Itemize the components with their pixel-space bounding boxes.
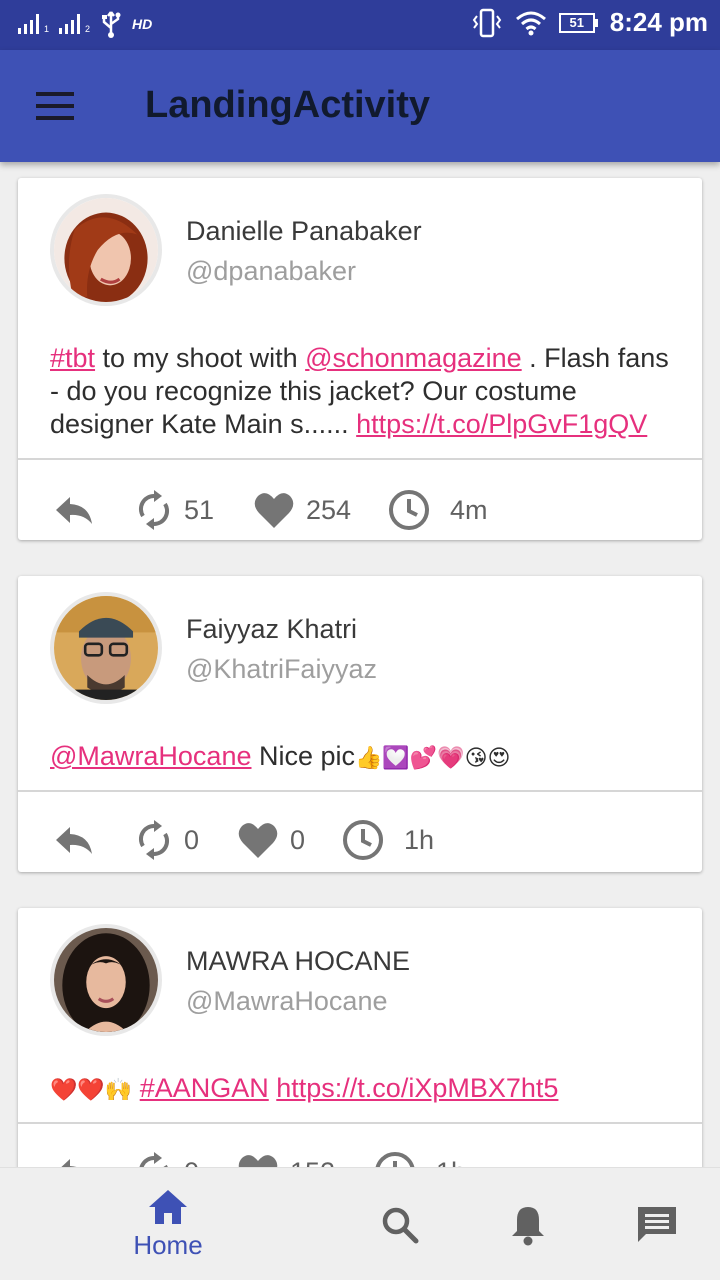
avatar[interactable] (50, 194, 162, 306)
nav-search[interactable] (370, 1168, 430, 1280)
message-icon (638, 1206, 676, 1242)
tweet-text-part: Nice pic (251, 741, 356, 771)
tweet-card[interactable]: MAWRA HOCANE @MawraHocane ❤️❤️🙌 #AANGAN … (18, 908, 702, 1167)
reply-button[interactable] (54, 1132, 94, 1167)
wifi-icon (515, 11, 546, 35)
timestamp: 1h (342, 800, 434, 880)
heart-icon (254, 493, 294, 528)
hashtag-link[interactable]: #tbt (50, 343, 95, 373)
reply-button[interactable] (54, 470, 94, 550)
nav-messages[interactable] (630, 1168, 684, 1280)
tweet-text: ❤️❤️🙌 #AANGAN https://t.co/iXpMBX7ht5 (50, 1072, 680, 1106)
reply-button[interactable] (54, 800, 94, 880)
url-link[interactable]: https://t.co/PlpGvF1gQV (356, 409, 647, 439)
heart-icon (238, 823, 278, 858)
retweet-button[interactable]: 51 (136, 470, 214, 550)
author-handle[interactable]: @MawraHocane (186, 986, 388, 1017)
usb-icon (102, 11, 121, 38)
divider (18, 790, 702, 792)
network-type: HD (132, 16, 153, 32)
retweet-icon (138, 490, 170, 530)
retweet-button[interactable]: 0 (136, 800, 199, 880)
like-button[interactable]: 0 (238, 800, 305, 880)
avatar-image (54, 928, 158, 1032)
status-right: 51 8:24 pm (471, 7, 708, 38)
avatar[interactable] (50, 924, 162, 1036)
tweet-age: 1h (436, 1157, 466, 1168)
tweet-age: 1h (404, 824, 435, 855)
signal-2-icon: 2 (59, 14, 90, 34)
signal-icon: 1 (18, 14, 49, 34)
author-name: Faiyyaz Khatri (186, 614, 358, 644)
clock: 8:24 pm (609, 7, 708, 37)
tweet-age: 4m (450, 494, 488, 525)
heart-icon (238, 1155, 278, 1167)
like-count: 0 (290, 824, 306, 855)
like-count: 152 (290, 1157, 335, 1168)
retweet-icon (138, 820, 170, 860)
tweet-card[interactable]: Faiyyaz Khatri @KhatriFaiyyaz @MawraHoca… (18, 576, 702, 872)
clock-icon (343, 820, 383, 860)
battery-level: 51 (558, 12, 595, 33)
nav-notifications[interactable] (498, 1168, 558, 1280)
retweet-icon (139, 1152, 168, 1167)
retweet-count: 0 (184, 824, 200, 855)
author-name: MAWRA HOCANE (186, 946, 411, 976)
divider (18, 1122, 702, 1124)
reply-icon (61, 1159, 77, 1167)
status-left: 1 2 HD (18, 10, 152, 38)
like-button[interactable]: 254 (254, 470, 351, 550)
url-link[interactable]: https://t.co/iXpMBX7ht5 (276, 1073, 558, 1103)
clock-icon (375, 1152, 415, 1167)
battery-icon: 51 (558, 12, 598, 33)
emoji-text: 👍💟💕💗😘😍 (355, 745, 511, 770)
avatar-image (54, 198, 158, 302)
author-name: Danielle Panabaker (186, 216, 422, 246)
avatar-image (54, 596, 158, 700)
tweet-text-part (132, 1073, 140, 1103)
bell-icon (512, 1206, 544, 1245)
divider (18, 458, 702, 460)
reply-icon (56, 827, 92, 854)
tweet-text: #tbt to my shoot with @schonmagazine . F… (50, 342, 680, 441)
like-button[interactable]: 152 (238, 1132, 335, 1167)
status-bar: 1 2 HD 51 8:24 pm (0, 0, 720, 50)
hamburger-menu-icon[interactable] (36, 92, 76, 122)
emoji-text: ❤️❤️🙌 (50, 1077, 133, 1102)
reply-icon (56, 497, 92, 524)
tweet-text-part: to my shoot with (95, 343, 306, 373)
bottom-navigation: Home (0, 1167, 720, 1280)
avatar[interactable] (50, 592, 162, 704)
timestamp: 4m (388, 470, 488, 550)
tweet-text: @MawraHocane Nice pic👍💟💕💗😘😍 (50, 740, 680, 774)
like-count: 254 (306, 494, 352, 525)
retweet-count: 0 (184, 1157, 199, 1168)
mention-link[interactable]: @schonmagazine (305, 343, 522, 373)
tweet-card[interactable]: Danielle Panabaker @dpanabaker #tbt to m… (18, 178, 702, 540)
nav-home-label: Home (133, 1230, 203, 1260)
author-handle[interactable]: @dpanabaker (186, 256, 356, 287)
retweet-button[interactable]: 0 (136, 1132, 199, 1167)
search-icon (382, 1207, 419, 1243)
retweet-count: 51 (184, 494, 215, 525)
author-handle[interactable]: @KhatriFaiyyaz (186, 654, 377, 685)
tweet-actions: 51 254 4m (18, 470, 702, 550)
tweet-actions: 0 0 1h (18, 800, 702, 880)
mention-link[interactable]: @MawraHocane (50, 741, 252, 771)
nav-home[interactable]: Home (118, 1168, 218, 1280)
timestamp: 1h (374, 1132, 466, 1167)
tweet-actions: 0 152 1h (18, 1132, 702, 1167)
app-title: LandingActivity (145, 84, 431, 126)
clock-icon (389, 490, 429, 530)
tweet-feed[interactable]: Danielle Panabaker @dpanabaker #tbt to m… (0, 162, 720, 1167)
vibrate-icon (472, 8, 501, 37)
hashtag-link[interactable]: #AANGAN (140, 1073, 269, 1103)
app-bar: LandingActivity (0, 50, 720, 162)
home-icon (149, 1190, 187, 1224)
